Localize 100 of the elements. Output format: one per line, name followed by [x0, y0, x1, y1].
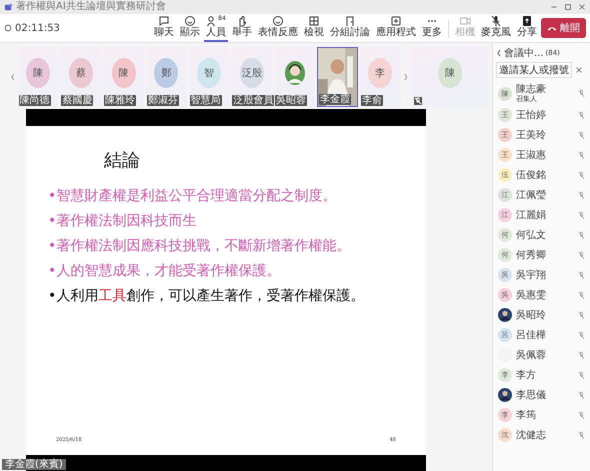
avatar-icon: [284, 61, 305, 85]
avatar: 鄭: [154, 58, 178, 88]
participant-name: 王美玲: [516, 130, 546, 140]
participant-name: 吳宇翔: [516, 270, 546, 280]
smiley-icon: [184, 15, 196, 27]
microphone-off-icon: [578, 110, 585, 120]
meeting-timer: 02:11:53: [15, 22, 60, 34]
participant-name: 江佩瑩: [516, 190, 546, 200]
self-view-label[interactable]: 李金霞(來賓): [2, 459, 66, 470]
smiley-icon: [272, 15, 284, 27]
grid-icon: [308, 15, 320, 27]
participant-name: 沈健志: [516, 430, 546, 440]
bullet-item: •人的智慧成果，才能受著作權保護。: [48, 263, 280, 280]
participant-name: 吳昭玲: [516, 310, 546, 320]
microphone-off-icon: [578, 130, 585, 140]
microphone-off-icon: [490, 15, 502, 27]
microphone-off-icon: [578, 230, 585, 240]
microphone-off-icon: [578, 370, 585, 380]
participant-tile[interactable]: 蔡 蔡國慶: [60, 47, 102, 107]
participant-name: 呂佳樺: [516, 330, 546, 340]
window-title: 著作權與AI共生論壇與實務研討會: [16, 1, 166, 13]
toolbar-button[interactable]: 更多: [420, 14, 444, 42]
avatar: 陳: [112, 58, 136, 88]
invite-button[interactable]: 邀請某人或撥號: [496, 62, 572, 78]
participant-name: 李方: [516, 370, 536, 380]
toolbar-button[interactable]: 檢視: [302, 14, 326, 42]
plus-icon: [390, 15, 402, 27]
microphone-off-icon: [414, 97, 422, 105]
avatar: 泛殷: [240, 58, 264, 88]
toolbar-button[interactable]: 分享: [515, 14, 539, 42]
microphone-off-icon: [578, 350, 585, 360]
avatar: 李: [368, 58, 392, 88]
microphone-off-icon: [578, 150, 585, 160]
participant-tile[interactable]: 陳 陳尚德: [18, 47, 58, 107]
microphone-off-icon: [578, 170, 585, 180]
avatar-icon: [498, 388, 512, 402]
close-icon[interactable]: [578, 3, 586, 11]
microphone-off-icon: [578, 330, 585, 340]
toolbar-button[interactable]: 表情反應: [256, 14, 300, 42]
participant-name: 吳佩蓉: [516, 350, 546, 360]
participant-name: 吳惠雯: [516, 290, 546, 300]
microphone-off-icon: [578, 210, 585, 220]
bullet-item: •人利用工具創作，可以產生著作，受著作權保護。: [48, 288, 364, 305]
chevron-left-icon[interactable]: [10, 72, 16, 82]
participant-name: 陳雅玲: [104, 95, 136, 106]
toolbar-button[interactable]: 顯示: [178, 14, 202, 42]
bullet-item: •著作權法制因科技而生: [48, 213, 196, 230]
bullet-item: •著作權法制因應科技挑戰，不斷新增著作權能。: [48, 238, 350, 255]
participant-name: 何秀卿: [516, 250, 546, 260]
chevron-right-icon[interactable]: [402, 72, 408, 82]
microphone-off-icon: [578, 190, 585, 200]
participant-row[interactable]: 吳佩蓉: [498, 347, 585, 363]
phone-icon: [547, 24, 557, 32]
microphone-off-icon: [578, 410, 585, 420]
participant-name: 泛殷會員: [232, 95, 274, 106]
leave-button[interactable]: 離開: [541, 18, 586, 38]
participant-name: 何弘文: [516, 230, 546, 240]
microphone-off-icon: [578, 270, 585, 280]
participant-name: 李俞: [360, 95, 383, 106]
participant-name: 陳志豪: [516, 84, 546, 95]
slide-title: 結論: [104, 149, 141, 172]
participant-tile[interactable]: 智 智慧局: [188, 47, 230, 107]
participant-name: 李筠: [516, 410, 536, 420]
avatar-icon: [498, 308, 512, 322]
participant-name: 伍俊銘: [516, 170, 546, 180]
participant-name: 王淑惠: [516, 150, 546, 160]
participant-tile[interactable]: 陳 陳雅玲: [103, 47, 144, 107]
toolbar-button[interactable]: 麥克風: [479, 14, 513, 42]
microphone-off-icon: [578, 290, 585, 300]
camera-icon: [459, 15, 471, 27]
clock-icon: [4, 24, 12, 32]
participant-name: 李金霞: [318, 94, 351, 105]
microphone-off-icon: [578, 310, 585, 320]
avatar: 智: [197, 58, 222, 88]
participant-name: 李思儀: [516, 390, 546, 400]
toolbar-button[interactable]: 應用程式: [374, 14, 418, 42]
participant-tile[interactable]: 李 李俞: [360, 47, 401, 107]
participant-tile[interactable]: 李金霞: [316, 47, 358, 107]
participant-name: 陳尚德: [18, 95, 51, 106]
participant-tile[interactable]: 泛殷 泛殷會員: [231, 47, 272, 107]
participant-name: 蔡國慶: [61, 95, 94, 106]
participant-tile[interactable]: 吳昭蓉: [274, 47, 315, 107]
participant-name: 智慧局: [190, 95, 222, 106]
back-icon[interactable]: [496, 48, 502, 58]
toolbar-button[interactable]: 分組討論: [328, 14, 372, 42]
close-icon[interactable]: [575, 66, 583, 74]
participant-name: 吳昭蓉: [275, 95, 308, 106]
avatar: 陳: [438, 58, 462, 88]
microphone-off-icon: [578, 250, 585, 260]
avatar: 蔡: [68, 58, 93, 88]
toolbar-button[interactable]: 舉手: [230, 14, 254, 42]
avatar: 陳: [26, 58, 50, 88]
door-icon: [344, 15, 356, 27]
participant-tile[interactable]: 陳: [412, 47, 488, 107]
participant-row[interactable]: 李思儀: [498, 387, 585, 403]
maximize-icon[interactable]: [564, 3, 572, 11]
chat-icon: [158, 15, 170, 27]
participant-name: 江麗娟: [516, 210, 546, 220]
toolbar-button[interactable]: 聊天: [152, 14, 176, 42]
participant-row[interactable]: 吳昭玲: [498, 307, 585, 323]
